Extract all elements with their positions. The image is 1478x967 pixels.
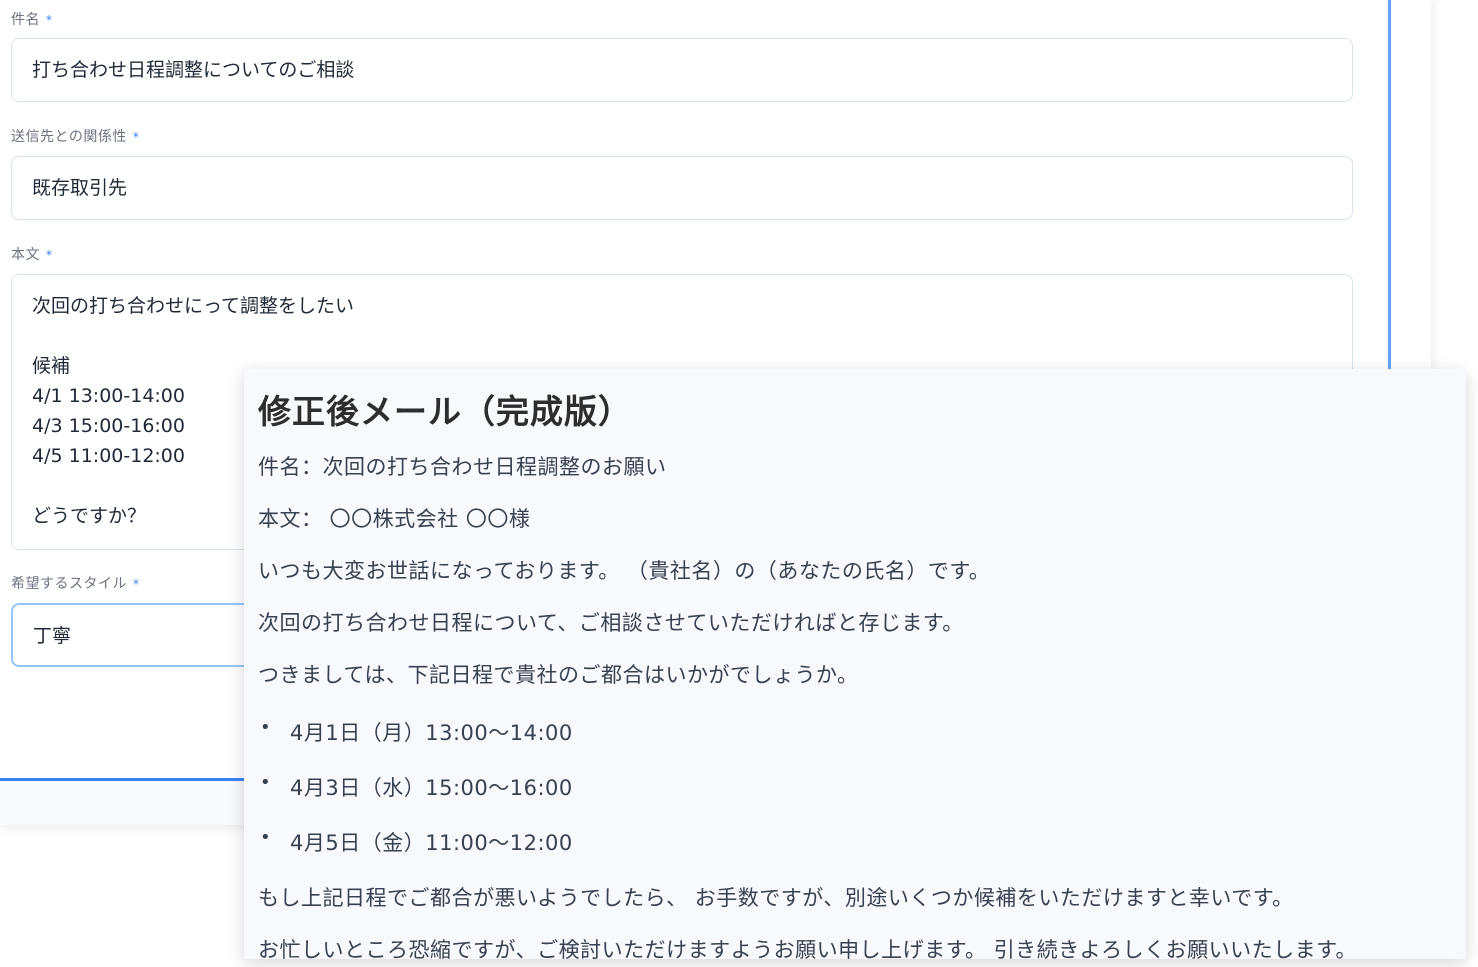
bullet-icon: •: [260, 717, 272, 738]
relationship-label: 送信先との関係性 *: [11, 126, 139, 146]
body-label-text: 本文: [11, 247, 40, 263]
right-rail: [1391, 0, 1431, 370]
candidate-list: • 4月1日（月）13:00〜14:00 • 4月3日（水）15:00〜16:00 …: [258, 717, 1452, 857]
list-item: • 4月5日（金）11:00〜12:00: [258, 827, 1452, 857]
candidate-text: 4月1日（月）13:00〜14:00: [290, 721, 573, 745]
relationship-input[interactable]: 既存取引先: [11, 156, 1353, 220]
style-input-value: 丁寧: [33, 625, 72, 647]
subject-input[interactable]: 打ち合わせ日程調整についてのご相談: [11, 38, 1353, 102]
subject-label-text: 件名: [11, 12, 40, 28]
relationship-label-text: 送信先との関係性: [11, 129, 127, 145]
result-subject-line: 件名：次回の打ち合わせ日程調整のお願い: [258, 455, 667, 479]
required-mark: *: [133, 577, 140, 591]
style-label-text: 希望するスタイル: [11, 576, 127, 592]
candidate-text: 4月5日（金）11:00〜12:00: [290, 831, 573, 855]
required-mark: *: [46, 248, 53, 262]
subject-label: 件名 *: [11, 9, 53, 29]
candidate-text: 4月3日（水）15:00〜16:00: [290, 776, 573, 800]
result-title: 修正後メール（完成版）: [258, 392, 632, 431]
bullet-icon: •: [260, 772, 272, 793]
result-intro: 次回の打ち合わせ日程について、ご相談させていただければと存じます。: [258, 611, 964, 635]
style-label: 希望するスタイル *: [11, 573, 140, 593]
result-panel: 修正後メール（完成版） 件名：次回の打ち合わせ日程調整のお願い 本文： 〇〇株式…: [244, 369, 1466, 962]
subject-input-value: 打ち合わせ日程調整についてのご相談: [32, 59, 355, 81]
result-body-line: 本文： 〇〇株式会社 〇〇様: [258, 507, 531, 531]
list-item: • 4月3日（水）15:00〜16:00: [258, 772, 1452, 802]
bullet-icon: •: [260, 827, 272, 848]
result-greeting: いつも大変お世話になっております。 （貴社名）の（あなたの氏名）です。: [258, 559, 991, 583]
relationship-input-value: 既存取引先: [32, 177, 128, 199]
body-label: 本文 *: [11, 244, 53, 264]
result-closing: お忙しいところ恐縮ですが、ご検討いただけますようお願い申し上げます。 引き続きよ…: [258, 938, 1358, 962]
result-ask: つきましては、下記日程で貴社のご都合はいかがでしょうか。: [258, 663, 859, 687]
app-stage: 件名 * 打ち合わせ日程調整についてのご相談 送信先との関係性 * 既存取引先 本文…: [0, 0, 1478, 967]
result-fallback: もし上記日程でご都合が悪いようでしたら、 お手数ですが、別途いくつか候補をいただ…: [258, 886, 1294, 910]
required-mark: *: [132, 130, 140, 144]
list-item: • 4月1日（月）13:00〜14:00: [258, 717, 1452, 747]
required-mark: *: [46, 13, 53, 27]
